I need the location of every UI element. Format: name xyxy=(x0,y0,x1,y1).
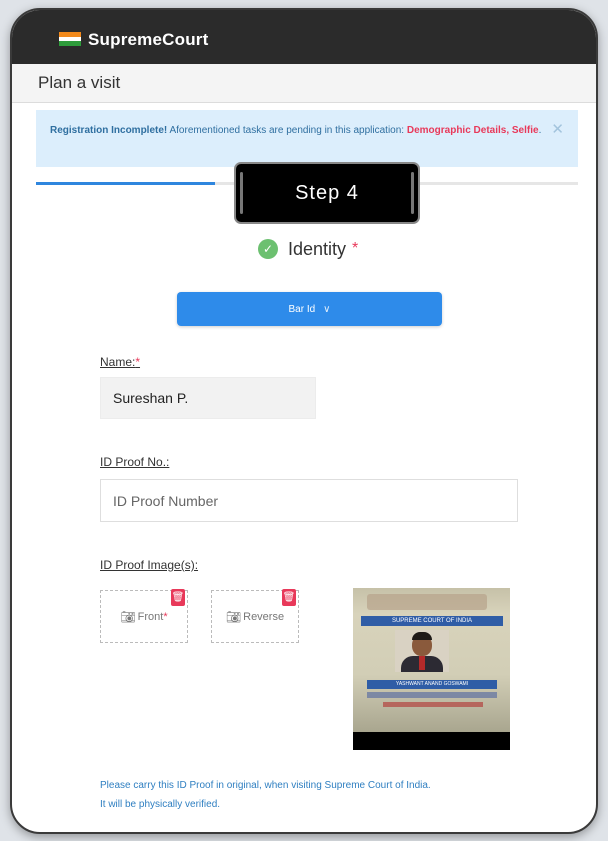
id-proof-no-label: ID Proof No.: xyxy=(100,455,169,469)
step-indicator: Step 4 xyxy=(234,162,420,224)
step-label: Step 4 xyxy=(295,181,359,204)
phone-frame: SupremeCourt Plan a visit Registration I… xyxy=(10,8,598,834)
page-title: Plan a visit xyxy=(38,73,121,92)
front-upload-label: Front xyxy=(137,610,164,623)
name-field[interactable]: Sureshan P. xyxy=(100,377,316,419)
verification-note: Please carry this ID Proof in original, … xyxy=(100,776,520,814)
india-flag-icon xyxy=(59,32,81,46)
alert-strong: Registration Incomplete! xyxy=(50,125,168,136)
alert-message: Aforementioned tasks are pending in this… xyxy=(167,125,407,136)
alert-pending-tasks[interactable]: Demographic Details, Selfie xyxy=(407,125,539,136)
note-line-2: It will be physically verified. xyxy=(100,799,221,810)
note-line-1: Please carry this ID Proof in original, … xyxy=(100,780,431,791)
id-card-name-text: YASHWANT ANAND GOSWAMI xyxy=(367,680,497,689)
front-upload-button[interactable]: 📷︎ Front * 🗑︎ xyxy=(100,589,188,643)
progress-fill xyxy=(36,182,215,185)
camera-icon: 📷︎ xyxy=(120,609,136,624)
name-required-mark: * xyxy=(135,355,141,369)
id-proof-images-label: ID Proof Image(s): xyxy=(100,558,198,572)
id-proof-number-input[interactable]: ID Proof Number xyxy=(100,479,518,522)
registration-alert: Registration Incomplete! Aforementioned … xyxy=(36,110,578,167)
id-card-photo[interactable]: SUPREME COURT OF INDIA YASHWANT ANAND GO… xyxy=(353,588,510,750)
identity-required-mark: * xyxy=(352,240,359,257)
close-icon[interactable]: ✕ xyxy=(551,120,564,139)
reverse-upload-button[interactable]: 📷︎ Reverse 🗑︎ xyxy=(211,589,299,643)
id-proof-no-label-text: ID Proof No.: xyxy=(100,455,170,469)
identity-section-header: ✓ Identity * xyxy=(258,236,358,262)
trash-icon[interactable]: 🗑︎ xyxy=(171,589,185,606)
id-type-dropdown[interactable]: Bar Id ∨ xyxy=(177,292,442,326)
chevron-down-icon: ∨ xyxy=(323,303,331,315)
camera-icon: 📷︎ xyxy=(225,609,242,624)
id-proof-images-label-text: ID Proof Image(s): xyxy=(100,558,199,572)
name-label: Name:* xyxy=(100,355,140,369)
id-card-portrait xyxy=(395,630,449,672)
page-header: Plan a visit xyxy=(12,64,596,103)
id-type-selected: Bar Id xyxy=(288,303,316,315)
id-proof-number-placeholder: ID Proof Number xyxy=(113,492,219,509)
app-header: SupremeCourt xyxy=(12,10,596,64)
trash-icon[interactable]: 🗑︎ xyxy=(282,589,296,606)
reverse-upload-label: Reverse xyxy=(243,610,285,623)
identity-label: Identity xyxy=(288,238,347,259)
name-label-text: Name: xyxy=(100,355,136,369)
id-card-header-text: SUPREME COURT OF INDIA xyxy=(361,616,503,626)
alert-end: . xyxy=(538,125,542,136)
check-circle-icon: ✓ xyxy=(258,239,278,259)
id-card-image: SUPREME COURT OF INDIA YASHWANT ANAND GO… xyxy=(353,588,510,732)
front-required-mark: * xyxy=(163,610,168,623)
app-title: SupremeCourt xyxy=(88,30,209,49)
name-value: Sureshan P. xyxy=(113,390,189,406)
